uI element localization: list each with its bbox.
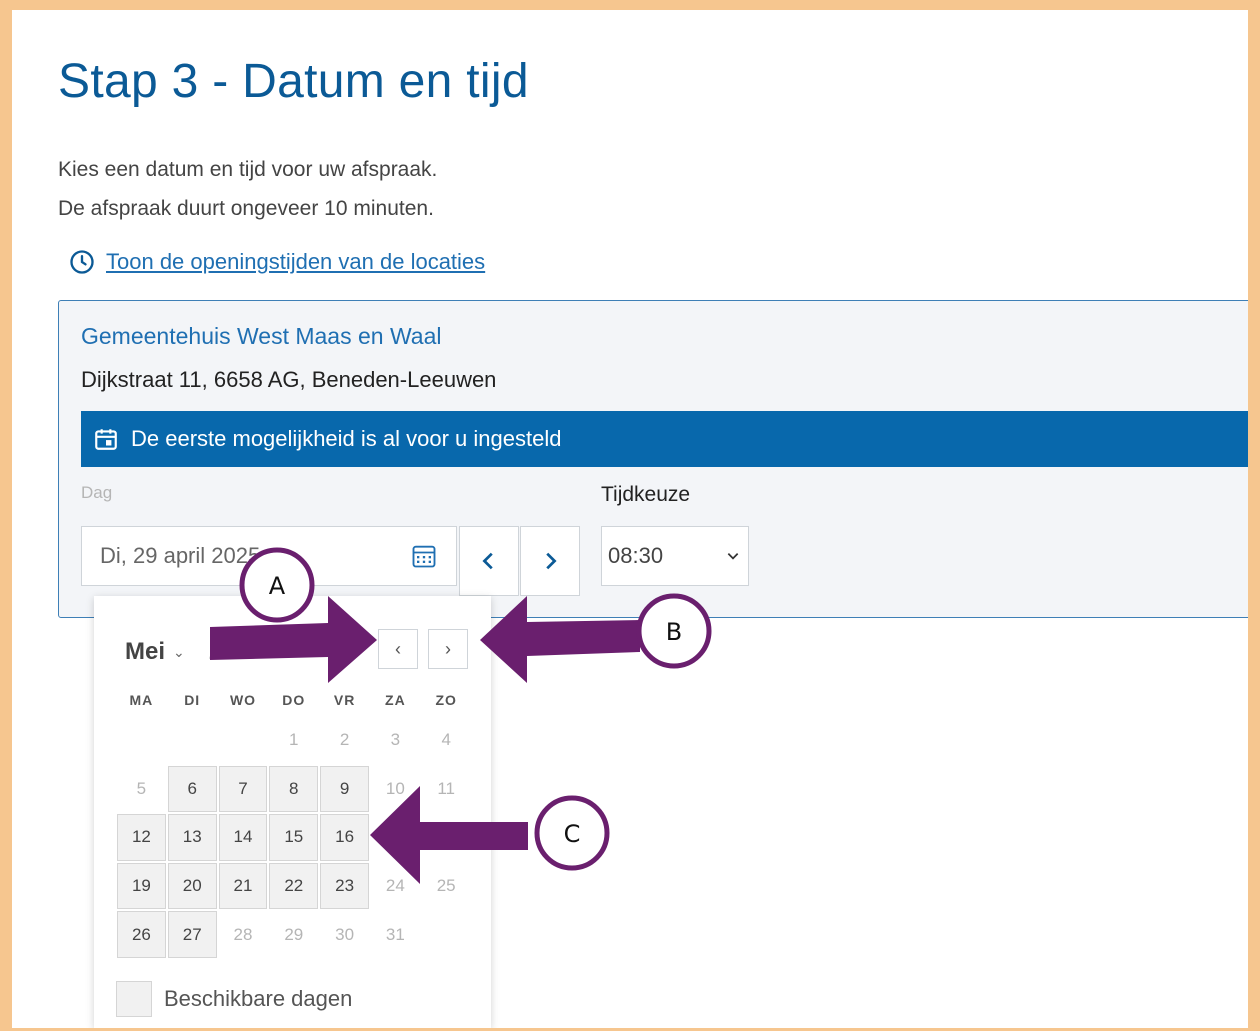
duration-text: De afspraak duurt ongeveer 10 minuten. xyxy=(58,197,434,220)
weekday-di: DI xyxy=(184,692,201,708)
calendar-day-10: 10 xyxy=(385,778,405,798)
weekday-do: DO xyxy=(282,692,306,708)
calendar-day-19[interactable]: 19 xyxy=(117,862,166,910)
calendar-day-empty xyxy=(421,910,472,959)
legend-label: Beschikbare dagen xyxy=(164,986,353,1011)
clock-icon xyxy=(70,250,94,274)
calendar-day-27[interactable]: 27 xyxy=(167,911,217,958)
time-select-value[interactable]: 08:30 xyxy=(608,543,663,569)
calendar-day-26[interactable]: 26 xyxy=(117,911,166,958)
previous-day-button[interactable] xyxy=(459,526,519,596)
weekday-wo: WO xyxy=(229,692,257,708)
calendar-day-31: 31 xyxy=(385,924,405,944)
page: Stap 3 - Datum en tijd Kies een datum en… xyxy=(12,10,1248,1028)
calendar-day-29: 29 xyxy=(284,924,304,944)
opening-hours-link[interactable]: Toon de openingstijden van de locaties xyxy=(68,248,485,276)
calendar-day-empty xyxy=(421,813,472,862)
calendar-day-empty xyxy=(116,716,167,765)
calendar-day-1: 1 xyxy=(289,730,299,750)
location-card: Gemeentehuis West Maas en Waal Dijkstraa… xyxy=(58,300,1248,618)
calendar-day-empty xyxy=(218,716,269,765)
calendar-day-4: 4 xyxy=(441,730,451,750)
calendar-day-2: 2 xyxy=(339,730,350,750)
chevron-down-icon: ⌄ xyxy=(173,643,185,660)
chevron-down-icon xyxy=(727,553,739,560)
year-label[interactable]: 2 xyxy=(209,638,222,666)
chevron-left-icon: ‹ xyxy=(395,638,401,659)
page-title: Stap 3 - Datum en tijd xyxy=(58,55,529,108)
date-input-value[interactable]: Di, 29 april 2025 xyxy=(100,543,260,569)
calendar-day-16[interactable]: 16 xyxy=(320,814,369,861)
calendar-day-14[interactable]: 14 xyxy=(218,814,268,861)
calendar-day-11: 11 xyxy=(437,778,455,798)
intro-text: Kies een datum en tijd voor uw afspraak. xyxy=(58,158,438,181)
location-name: Gemeentehuis West Maas en Waal xyxy=(81,323,442,349)
calendar-day-3: 3 xyxy=(390,730,401,750)
calendar-day-28: 28 xyxy=(233,924,253,944)
month-label[interactable]: Mei xyxy=(125,638,165,666)
info-banner-text: De eerste mogelijkheid is al voor u inge… xyxy=(131,426,562,451)
calendar-day-9[interactable]: 9 xyxy=(320,765,369,813)
previous-month-button[interactable]: ‹ xyxy=(378,629,418,669)
location-address: Dijkstraat 11, 6658 AG, Beneden-Leeuwen xyxy=(81,367,497,392)
weekday-ma: MA xyxy=(129,692,154,708)
calendar-day-15[interactable]: 15 xyxy=(269,814,319,861)
calendar-day-5: 5 xyxy=(136,778,147,798)
calendar-day-20[interactable]: 20 xyxy=(167,862,217,910)
day-label: Dag xyxy=(81,483,113,502)
date-picker-popup: Mei ⌄ 2 ‹ › MA DI WO DO VR ZA ZO 1 2 3 4 5 6 7 8 9 10 11… xyxy=(94,596,491,1028)
available-day-swatch xyxy=(116,981,152,1017)
calendar-day-24: 24 xyxy=(385,876,405,896)
calendar-day-13[interactable]: 13 xyxy=(167,814,217,861)
weekday-vr: VR xyxy=(333,692,356,708)
next-month-button[interactable]: › xyxy=(428,629,468,669)
weekday-header: MA DI WO DO VR ZA ZO xyxy=(116,692,472,708)
weekday-za: ZA xyxy=(385,692,406,708)
next-day-button[interactable] xyxy=(520,526,580,596)
time-label: Tijdkeuze xyxy=(601,483,691,506)
info-banner: De eerste mogelijkheid is al voor u inge… xyxy=(81,411,1248,467)
calendar-day-25: 25 xyxy=(436,876,456,896)
chevron-left-icon xyxy=(482,552,493,570)
chevron-right-icon: › xyxy=(445,638,451,659)
month-dropdown[interactable]: Mei ⌄ xyxy=(125,638,185,666)
calendar-day-22[interactable]: 22 xyxy=(269,862,319,910)
date-input[interactable]: Di, 29 april 2025 xyxy=(81,526,457,586)
calendar-day-6[interactable]: 6 xyxy=(167,765,217,813)
calendar-icon xyxy=(95,429,117,450)
weekday-zo: ZO xyxy=(435,692,457,708)
calendar-legend: Beschikbare dagen xyxy=(116,981,352,1017)
calendar-day-23[interactable]: 23 xyxy=(320,862,369,910)
calendar-day-7[interactable]: 7 xyxy=(218,765,268,813)
calendar-day-empty xyxy=(370,813,421,862)
calendar-day-21[interactable]: 21 xyxy=(218,862,268,910)
calendar-day-30: 30 xyxy=(335,924,355,944)
opening-hours-link-label[interactable]: Toon de openingstijden van de locaties xyxy=(106,249,485,275)
calendar-picker-icon[interactable] xyxy=(410,542,438,570)
calendar-day-empty xyxy=(167,716,218,765)
calendar-days-grid: 1 2 3 4 5 6 7 8 9 10 11 12 13 14 15 16 19 20 21 22 23 24 25 26 2… xyxy=(116,716,472,959)
calendar-day-12[interactable]: 12 xyxy=(117,814,166,861)
time-select[interactable]: 08:30 xyxy=(601,526,749,586)
calendar-day-8[interactable]: 8 xyxy=(269,765,319,813)
chevron-right-icon xyxy=(546,552,557,570)
